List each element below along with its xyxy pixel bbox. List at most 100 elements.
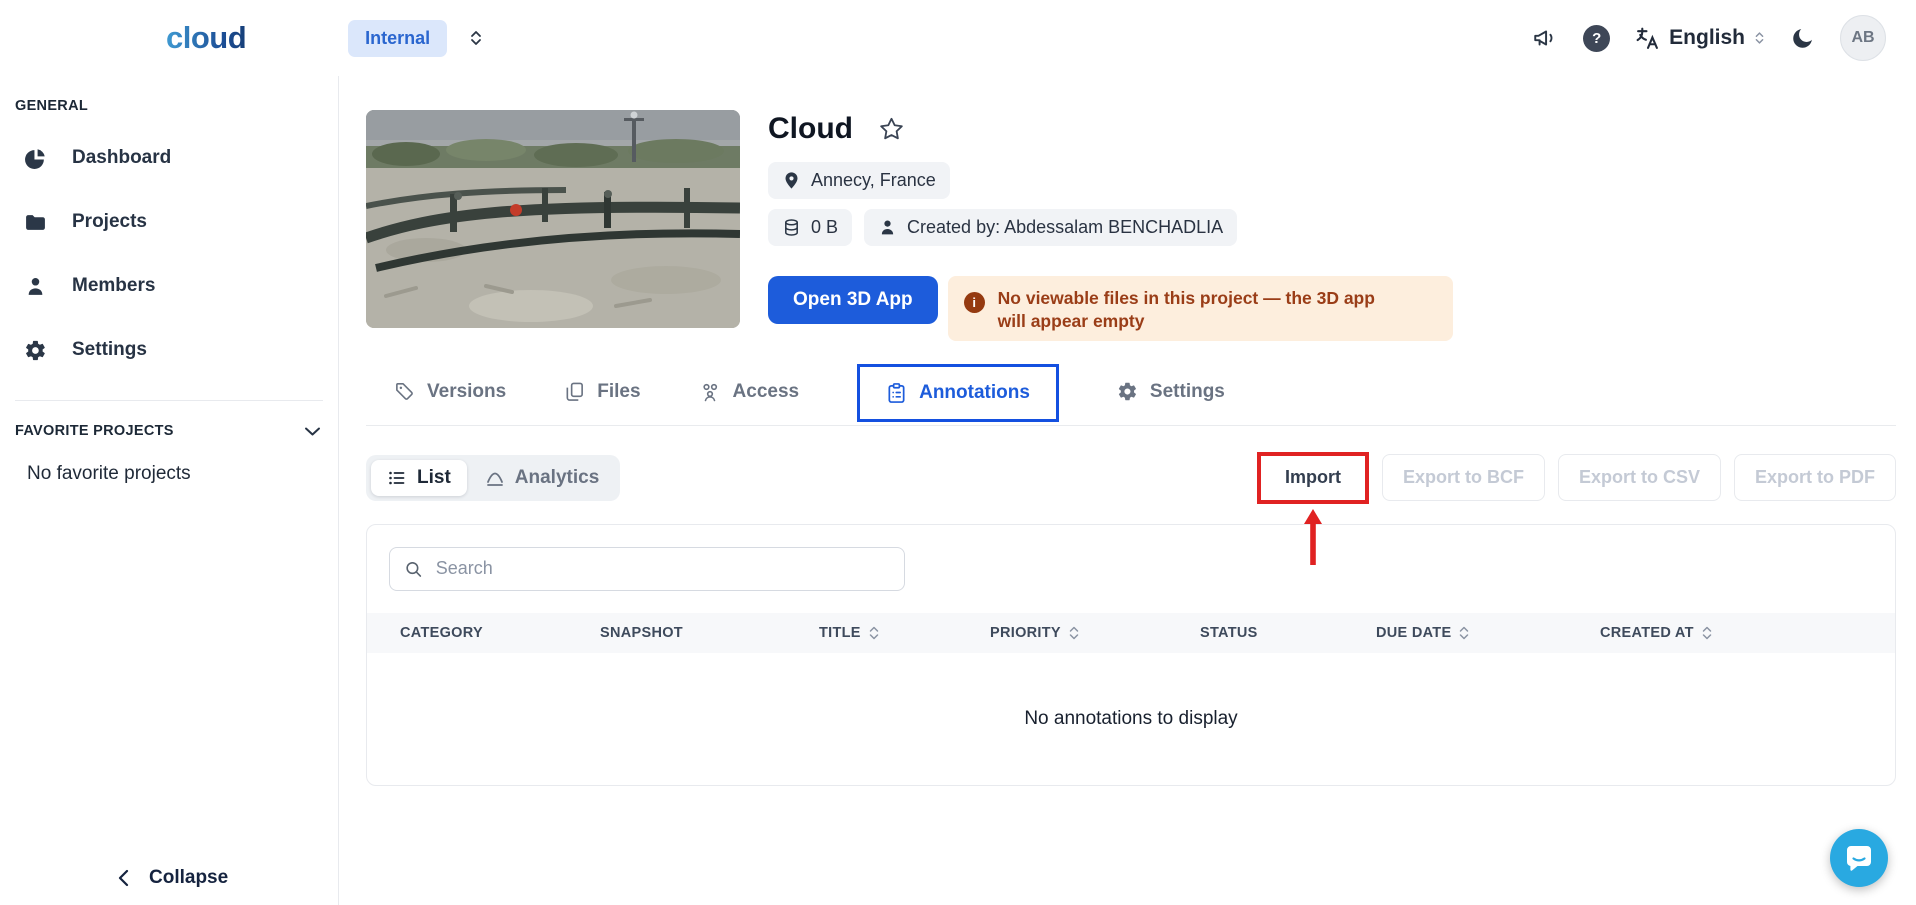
language-chevron-icon [1754, 30, 1765, 46]
column-header-priority[interactable]: PRIORITY [990, 625, 1200, 641]
created-by-label: Created by: Abdessalam BENCHADLIA [907, 217, 1223, 238]
column-header-status: STATUS [1200, 625, 1376, 641]
location-chip: Annecy, France [768, 162, 950, 199]
chat-launcher-button[interactable] [1830, 829, 1888, 887]
tab-label: Annotations [919, 382, 1030, 404]
search-field [389, 547, 905, 591]
favorites-empty-message: No favorite projects [27, 463, 338, 485]
sort-icon [1702, 626, 1712, 640]
dark-mode-moon-icon[interactable] [1790, 26, 1815, 51]
main-content: Cloud Annecy, France [339, 76, 1916, 905]
sidebar-item-label: Dashboard [72, 147, 171, 169]
sidebar-divider [15, 400, 323, 401]
open-3d-app-button[interactable]: Open 3D App [768, 276, 938, 324]
topbar: cloud Internal ? English [0, 0, 1916, 76]
location-pin-icon [782, 171, 801, 190]
sidebar-item-settings[interactable]: Settings [0, 318, 338, 382]
chevron-left-icon [118, 869, 129, 887]
column-header-title[interactable]: TITLE [819, 625, 990, 641]
tab-label: Versions [427, 381, 506, 403]
view-toggle-label: List [417, 467, 451, 489]
export-bcf-button[interactable]: Export to BCF [1382, 454, 1545, 501]
project-title: Cloud [768, 110, 853, 148]
clipboard-icon [886, 382, 907, 404]
files-icon [564, 381, 585, 402]
favorite-star-icon[interactable] [879, 117, 904, 141]
tab-annotations[interactable]: Annotations [857, 364, 1059, 422]
tab-files[interactable]: Files [564, 359, 640, 425]
announcements-icon[interactable] [1532, 25, 1558, 51]
workspace-badge[interactable]: Internal [348, 20, 447, 57]
list-icon [387, 468, 407, 488]
sidebar: GENERAL Dashboard Projects Members Setti… [0, 76, 339, 905]
sidebar-item-projects[interactable]: Projects [0, 190, 338, 254]
sidebar-section-general: GENERAL [15, 98, 323, 114]
view-toggle-analytics[interactable]: Analytics [469, 460, 615, 496]
sidebar-item-label: Members [72, 275, 155, 297]
sort-icon [1459, 626, 1469, 640]
export-csv-button[interactable]: Export to CSV [1558, 454, 1721, 501]
project-size-chip: 0 B [768, 209, 852, 246]
translate-icon [1635, 26, 1660, 51]
chat-bubble-icon [1844, 843, 1874, 873]
sort-icon [869, 626, 879, 640]
users-icon [699, 381, 721, 403]
column-header-due-date[interactable]: DUE DATE [1376, 625, 1600, 641]
tab-label: Settings [1150, 381, 1225, 403]
person-icon [24, 275, 47, 298]
sidebar-item-label: Settings [72, 339, 147, 361]
folder-icon [24, 211, 47, 234]
column-header-snapshot: SNAPSHOT [600, 625, 819, 641]
search-icon [404, 559, 423, 579]
annotations-toolbar: List Analytics Import Export to BCF [366, 452, 1896, 504]
view-toggle-list[interactable]: List [371, 460, 467, 496]
person-icon [878, 218, 897, 237]
topbar-actions: ? English AB [1532, 15, 1886, 61]
avatar[interactable]: AB [1840, 15, 1886, 61]
highlight-box-red: Import [1257, 452, 1369, 504]
database-icon [782, 218, 801, 237]
tag-icon [394, 381, 415, 402]
app-logo[interactable]: cloud [166, 20, 246, 56]
gear-icon [1117, 381, 1138, 402]
tab-label: Access [733, 381, 800, 403]
sidebar-item-dashboard[interactable]: Dashboard [0, 126, 338, 190]
search-input[interactable] [436, 558, 890, 579]
info-icon: i [964, 292, 985, 313]
chart-line-icon [485, 468, 505, 488]
view-toggle: List Analytics [366, 455, 620, 501]
annotations-table-card: CATEGORY SNAPSHOT TITLE PRIORITY STATUS [366, 524, 1896, 786]
language-label: English [1669, 26, 1745, 50]
no-viewable-files-warning: i No viewable files in this project — th… [948, 276, 1453, 341]
view-toggle-label: Analytics [515, 467, 599, 489]
tab-versions[interactable]: Versions [394, 359, 506, 425]
collapse-sidebar-button[interactable]: Collapse [118, 867, 228, 889]
workspace-selector-chevron-icon[interactable] [469, 28, 483, 48]
help-icon[interactable]: ? [1583, 25, 1610, 52]
sidebar-item-label: Projects [72, 211, 147, 233]
project-thumbnail [366, 110, 740, 328]
project-tabs: Versions Files Access Annotations [366, 359, 1896, 426]
collapse-label: Collapse [149, 867, 228, 889]
chevron-down-icon[interactable] [304, 426, 321, 437]
tab-access[interactable]: Access [699, 359, 800, 425]
annotation-arrow [1301, 508, 1325, 566]
table-header-row: CATEGORY SNAPSHOT TITLE PRIORITY STATUS [367, 613, 1895, 653]
location-label: Annecy, France [811, 170, 936, 191]
gear-icon [24, 339, 47, 362]
warning-text: No viewable files in this project — the … [998, 284, 1408, 333]
column-header-created-at[interactable]: CREATED AT [1600, 625, 1895, 641]
sidebar-item-members[interactable]: Members [0, 254, 338, 318]
created-by-chip: Created by: Abdessalam BENCHADLIA [864, 209, 1237, 246]
pie-chart-icon [24, 147, 47, 170]
sidebar-section-favorites: FAVORITE PROJECTS [15, 423, 174, 439]
tab-settings[interactable]: Settings [1117, 359, 1225, 425]
project-size-label: 0 B [811, 217, 838, 238]
tab-label: Files [597, 381, 640, 403]
language-selector[interactable]: English [1635, 26, 1765, 51]
column-header-category: CATEGORY [400, 625, 600, 641]
export-pdf-button[interactable]: Export to PDF [1734, 454, 1896, 501]
table-empty-message: No annotations to display [367, 653, 1895, 785]
import-button[interactable]: Import [1261, 456, 1365, 500]
sort-icon [1069, 626, 1079, 640]
